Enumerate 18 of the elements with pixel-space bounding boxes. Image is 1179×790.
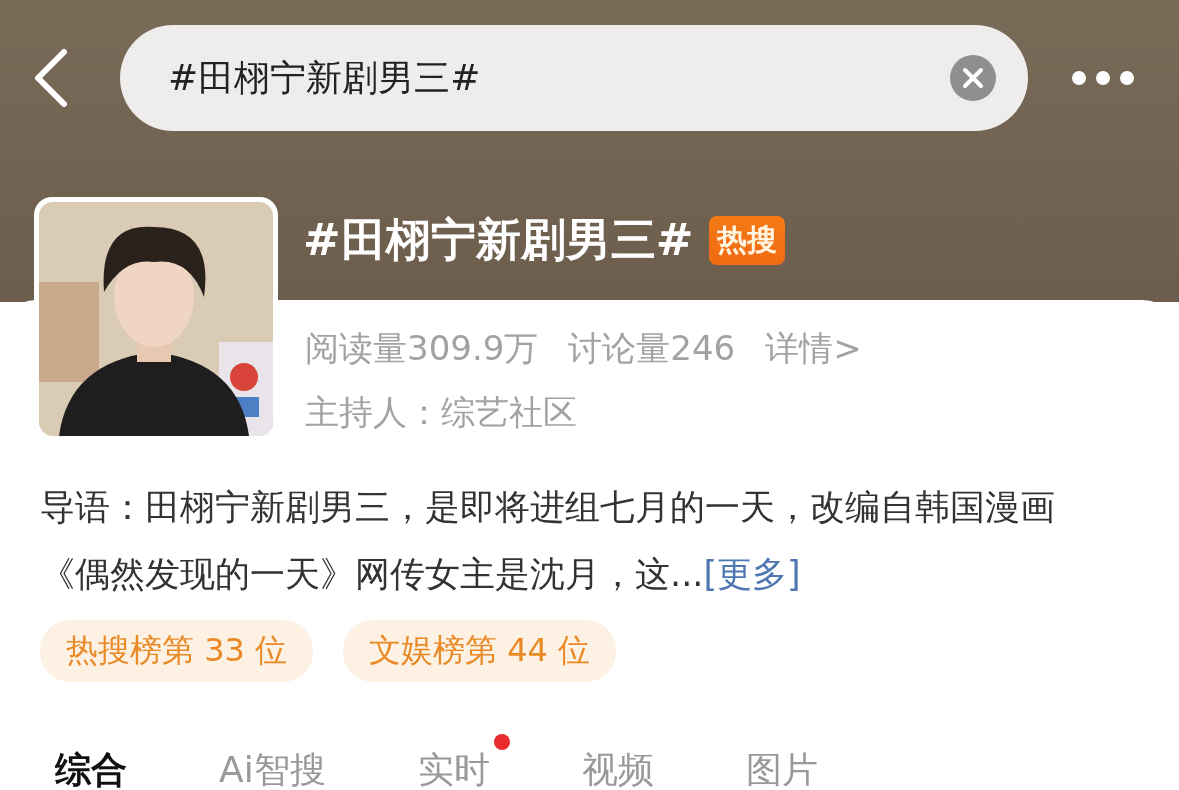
topic-title: #田栩宁新剧男三# <box>303 212 694 268</box>
host-text: 主持人：综艺社区 <box>305 391 578 434</box>
clear-icon[interactable] <box>950 55 996 101</box>
search-field[interactable]: #田栩宁新剧男三# <box>120 25 1028 131</box>
tab[interactable]: 综合 <box>55 732 147 790</box>
details-link[interactable]: 详情> <box>765 326 862 372</box>
tab[interactable]: 图片 <box>745 732 838 790</box>
more-icon[interactable] <box>1070 69 1136 87</box>
tab[interactable]: 实时 <box>417 732 510 790</box>
tab[interactable]: Ai智搜 <box>219 732 346 790</box>
hot-badge: 热搜 <box>709 215 786 265</box>
intro-text: 导语：田栩宁新剧男三，是即将进组七月的一天，改编自韩国漫画《偶然发现的一天》网传女主是沈月，这...[更多] <box>40 486 1056 596</box>
rank-tag[interactable]: 文娱榜第 44 位 <box>343 620 617 682</box>
stat-text: 阅读量309.9万 <box>305 327 539 370</box>
tab[interactable]: 视频 <box>581 732 674 790</box>
rank-tag[interactable]: 热搜榜第 33 位 <box>40 620 314 682</box>
stat-text: 讨论量246 <box>568 327 736 370</box>
more-link[interactable]: [更多] <box>703 554 801 594</box>
